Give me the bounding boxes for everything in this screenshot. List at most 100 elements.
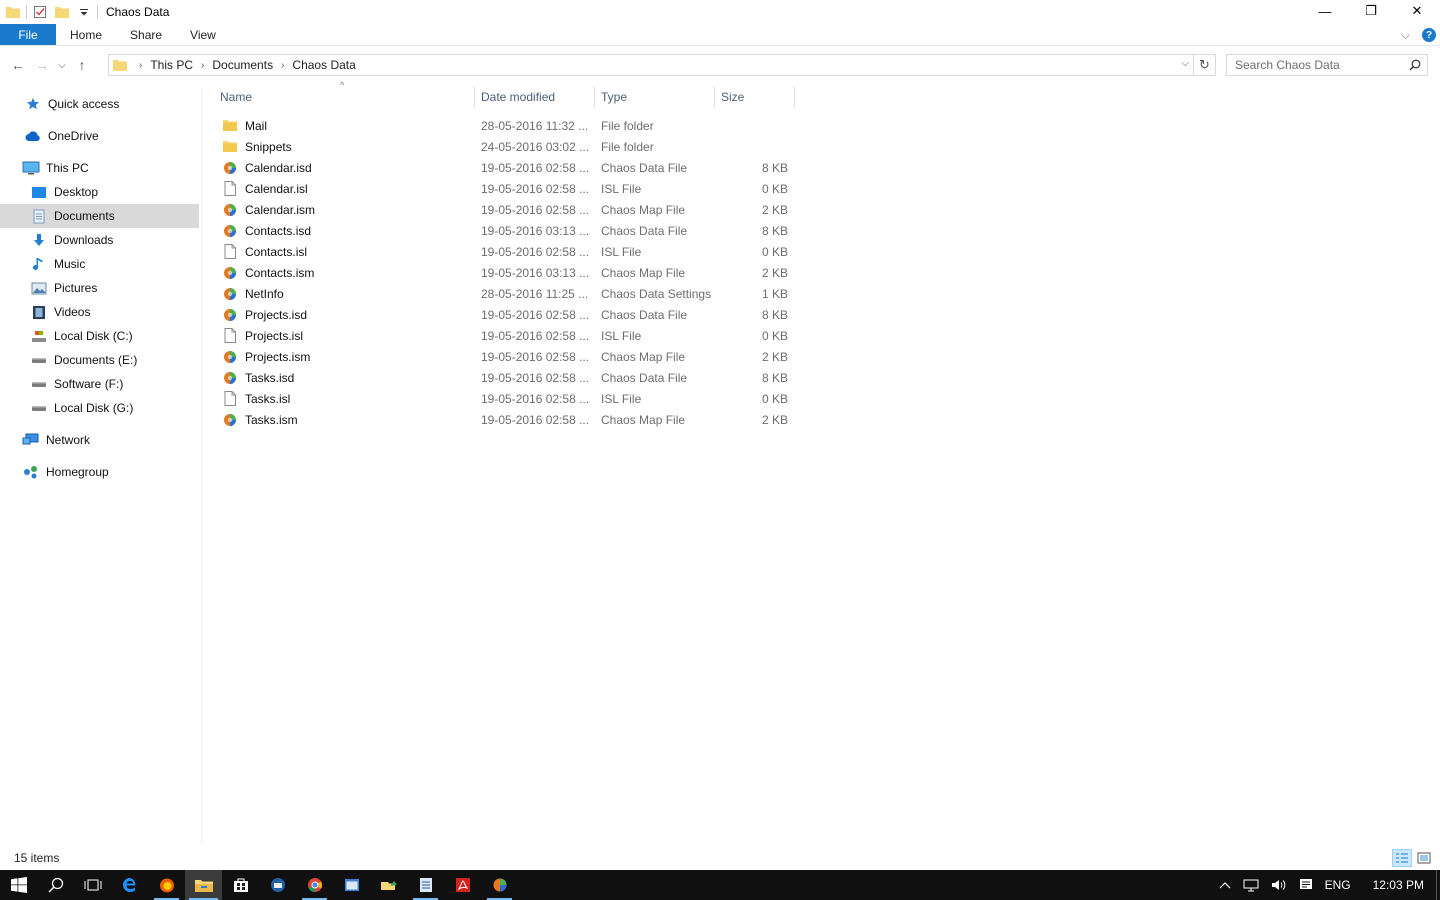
file-row[interactable]: Snippets 24-05-2016 03:02 ... File folder bbox=[218, 136, 798, 157]
file-name-cell[interactable]: Tasks.isd bbox=[222, 367, 294, 388]
window-app-icon[interactable] bbox=[333, 870, 370, 900]
new-folder-icon[interactable] bbox=[51, 1, 73, 23]
search-input[interactable] bbox=[1235, 58, 1405, 72]
sidebar-item-desktop[interactable]: Desktop bbox=[0, 180, 199, 204]
firefox-icon[interactable] bbox=[148, 870, 185, 900]
address-dropdown-icon[interactable]: ⌵ bbox=[1181, 58, 1189, 69]
expand-ribbon-icon[interactable]: ⌵ bbox=[1401, 28, 1410, 43]
chrome-icon[interactable] bbox=[296, 870, 333, 900]
file-name-cell[interactable]: Tasks.isl bbox=[222, 388, 290, 409]
file-row[interactable]: Calendar.isl 19-05-2016 02:58 ... ISL File… bbox=[218, 178, 798, 199]
search-icon[interactable] bbox=[1409, 59, 1421, 74]
breadcrumb-this-pc[interactable]: This PC bbox=[150, 58, 193, 72]
large-icons-view-button[interactable] bbox=[1414, 849, 1434, 867]
thunderbird-icon[interactable] bbox=[259, 870, 296, 900]
column-header-name[interactable]: Name bbox=[214, 86, 475, 108]
breadcrumb-separator[interactable]: › bbox=[281, 60, 284, 71]
breadcrumb-chaos-data[interactable]: Chaos Data bbox=[292, 58, 355, 72]
network-status-icon[interactable] bbox=[1237, 878, 1265, 892]
sidebar-item-pictures[interactable]: Pictures bbox=[0, 276, 199, 300]
start-icon[interactable] bbox=[0, 870, 37, 900]
file-row[interactable]: Tasks.isd 19-05-2016 02:58 ... Chaos Data … bbox=[218, 367, 798, 388]
forward-button[interactable]: → bbox=[30, 53, 54, 77]
customize-toolbar-icon[interactable] bbox=[73, 1, 95, 23]
file-row[interactable]: Projects.isl 19-05-2016 02:58 ... ISL File… bbox=[218, 325, 798, 346]
sidebar-item-videos[interactable]: Videos bbox=[0, 300, 199, 324]
sidebar-item-local-disk-g[interactable]: Local Disk (G:) bbox=[0, 396, 199, 420]
edge-icon[interactable] bbox=[111, 870, 148, 900]
back-button[interactable]: ← bbox=[6, 53, 30, 77]
address-bar[interactable]: › This PC › Documents › Chaos Data ⌵ bbox=[108, 54, 1194, 76]
sidebar-item-onedrive[interactable]: OneDrive bbox=[0, 124, 199, 148]
tab-view[interactable]: View bbox=[176, 24, 230, 45]
column-header-size[interactable]: Size bbox=[715, 86, 795, 108]
minimize-button[interactable]: — bbox=[1302, 0, 1348, 22]
file-name-cell[interactable]: Mail bbox=[222, 115, 267, 136]
file-name-cell[interactable]: Projects.ism bbox=[222, 346, 310, 367]
volume-icon[interactable] bbox=[1265, 878, 1293, 892]
sidebar-item-music[interactable]: Music bbox=[0, 252, 199, 276]
sidebar-item-downloads[interactable]: Downloads bbox=[0, 228, 199, 252]
file-row[interactable]: Calendar.ism 19-05-2016 02:58 ... Chaos Ma… bbox=[218, 199, 798, 220]
show-hidden-icons-icon[interactable] bbox=[1213, 881, 1237, 889]
file-row[interactable]: Mail 28-05-2016 11:32 ... File folder bbox=[218, 115, 798, 136]
sidebar-item-local-disk-c[interactable]: Local Disk (C:) bbox=[0, 324, 199, 348]
file-name-cell[interactable]: NetInfo bbox=[222, 283, 284, 304]
file-row[interactable]: Calendar.isd 19-05-2016 02:58 ... Chaos Da… bbox=[218, 157, 798, 178]
acrobat-icon[interactable] bbox=[444, 870, 481, 900]
search-box[interactable] bbox=[1226, 54, 1428, 76]
recent-locations-icon[interactable]: ⌵ bbox=[54, 53, 70, 77]
tab-file[interactable]: File bbox=[0, 24, 56, 45]
breadcrumb-separator[interactable]: › bbox=[201, 60, 204, 71]
breadcrumb-separator[interactable]: › bbox=[139, 60, 142, 71]
file-row[interactable]: Contacts.isl 19-05-2016 02:58 ... ISL File… bbox=[218, 241, 798, 262]
breadcrumb-documents[interactable]: Documents bbox=[212, 58, 273, 72]
clock[interactable]: 12:03 PM bbox=[1357, 878, 1436, 892]
chaos-icon[interactable] bbox=[481, 870, 518, 900]
sidebar-item-documents[interactable]: Documents bbox=[0, 204, 199, 228]
sidebar-item-quick-access[interactable]: Quick access bbox=[0, 92, 199, 116]
file-row[interactable]: Projects.ism 19-05-2016 02:58 ... Chaos Ma… bbox=[218, 346, 798, 367]
file-row[interactable]: Contacts.ism 19-05-2016 03:13 ... Chaos Ma… bbox=[218, 262, 798, 283]
file-name-cell[interactable]: Contacts.isd bbox=[222, 220, 311, 241]
tab-home[interactable]: Home bbox=[56, 24, 116, 45]
file-row[interactable]: Projects.isd 19-05-2016 02:58 ... Chaos Da… bbox=[218, 304, 798, 325]
input-language[interactable]: ENG bbox=[1319, 878, 1357, 892]
column-header-type[interactable]: Type bbox=[595, 86, 715, 108]
file-name-cell[interactable]: Calendar.isl bbox=[222, 178, 308, 199]
file-row[interactable]: Tasks.ism 19-05-2016 02:58 ... Chaos Map F… bbox=[218, 409, 798, 430]
task-view-icon[interactable] bbox=[74, 870, 111, 900]
sidebar-item-software-f[interactable]: Software (F:) bbox=[0, 372, 199, 396]
help-icon[interactable]: ? bbox=[1422, 28, 1436, 42]
store-icon[interactable] bbox=[222, 870, 259, 900]
file-name-cell[interactable]: Projects.isd bbox=[222, 304, 307, 325]
folder-app-icon[interactable] bbox=[2, 1, 24, 23]
file-row[interactable]: Tasks.isl 19-05-2016 02:58 ... ISL File 0 K… bbox=[218, 388, 798, 409]
search-icon[interactable] bbox=[37, 870, 74, 900]
maximize-button[interactable]: ❐ bbox=[1348, 0, 1394, 22]
file-name-cell[interactable]: Contacts.ism bbox=[222, 262, 314, 283]
notepad-icon[interactable] bbox=[407, 870, 444, 900]
sidebar-item-homegroup[interactable]: Homegroup bbox=[0, 460, 199, 484]
action-center-icon[interactable] bbox=[1293, 878, 1319, 892]
properties-icon[interactable] bbox=[29, 1, 51, 23]
file-row[interactable]: NetInfo 28-05-2016 11:25 ... Chaos Data Se… bbox=[218, 283, 798, 304]
file-explorer-icon[interactable] bbox=[185, 870, 222, 900]
file-row[interactable]: Contacts.isd 19-05-2016 03:13 ... Chaos Da… bbox=[218, 220, 798, 241]
file-name-cell[interactable]: Snippets bbox=[222, 136, 292, 157]
tab-share[interactable]: Share bbox=[116, 24, 176, 45]
show-desktop-button[interactable] bbox=[1436, 870, 1440, 900]
file-name-cell[interactable]: Tasks.ism bbox=[222, 409, 298, 430]
up-button[interactable]: ↑ bbox=[70, 53, 94, 77]
close-button[interactable]: ✕ bbox=[1394, 0, 1440, 22]
details-view-button[interactable] bbox=[1392, 849, 1412, 867]
sync-icon[interactable] bbox=[370, 870, 407, 900]
sidebar-item-network[interactable]: Network bbox=[0, 428, 199, 452]
file-name-cell[interactable]: Calendar.isd bbox=[222, 157, 312, 178]
file-name-cell[interactable]: Contacts.isl bbox=[222, 241, 307, 262]
column-header-date-modified[interactable]: Date modified bbox=[475, 86, 595, 108]
sidebar-item-this-pc[interactable]: This PC bbox=[0, 156, 199, 180]
refresh-button[interactable]: ↻ bbox=[1194, 54, 1216, 76]
file-name-cell[interactable]: Projects.isl bbox=[222, 325, 303, 346]
file-name-cell[interactable]: Calendar.ism bbox=[222, 199, 315, 220]
